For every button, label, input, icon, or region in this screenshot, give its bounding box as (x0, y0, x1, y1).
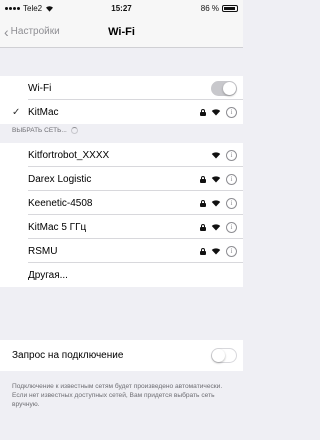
connected-network-row[interactable]: ✓ KitMac i (0, 100, 243, 124)
ask-to-join-group: Запрос на подключение (0, 340, 243, 371)
wifi-label: Wi-Fi (28, 82, 52, 94)
lock-icon (200, 108, 206, 116)
info-icon[interactable]: i (226, 221, 237, 233)
footer-note: Подключение к известным сетям будет прои… (12, 383, 223, 408)
network-icons: i (200, 173, 237, 185)
network-name: RSMU (28, 245, 58, 257)
network-row[interactable]: Kitfortrobot_XXXX i (0, 143, 243, 167)
choose-network-label: ВЫБРАТЬ СЕТЬ... (12, 127, 67, 134)
info-icon[interactable]: i (226, 245, 237, 257)
network-name: Keenetic-4508 (28, 197, 93, 209)
network-icons: i (200, 197, 237, 209)
wifi-signal-icon (211, 248, 221, 255)
wifi-signal-icon (211, 200, 221, 207)
network-name: Darex Logistic (28, 173, 92, 185)
lock-icon (200, 175, 206, 183)
wifi-toggle[interactable] (211, 80, 237, 96)
wifi-signal-icon (211, 152, 221, 159)
network-row[interactable]: Darex Logistic i (0, 167, 243, 191)
network-icons: i (200, 221, 237, 233)
ask-to-join-row: Запрос на подключение (0, 340, 243, 371)
wifi-group: Wi-Fi ✓ KitMac i (0, 76, 243, 124)
battery-percent: 86 % (200, 4, 219, 13)
networks-group: Kitfortrobot_XXXX i Darex Logistic i Kee… (0, 143, 243, 287)
network-icons: i (200, 245, 237, 257)
status-bar: Tele2 15:27 86 % (0, 0, 243, 17)
navigation-bar: ‹ Настройки Wi-Fi (0, 17, 243, 48)
lock-icon (200, 223, 206, 231)
wifi-signal-icon (211, 176, 221, 183)
wifi-signal-icon (211, 109, 221, 116)
info-icon[interactable]: i (226, 197, 237, 209)
toggle-knob (212, 349, 225, 362)
info-icon[interactable]: i (226, 173, 237, 185)
ask-to-join-toggle[interactable] (211, 348, 237, 363)
network-name: Kitfortrobot_XXXX (28, 149, 110, 161)
choose-network-header: ВЫБРАТЬ СЕТЬ... (12, 127, 78, 134)
network-row[interactable]: Keenetic-4508 i (0, 191, 243, 215)
network-name: KitMac 5 ГГц (28, 221, 87, 233)
info-icon[interactable]: i (226, 106, 237, 118)
checkmark-icon: ✓ (12, 106, 21, 118)
network-row[interactable]: KitMac 5 ГГц i (0, 215, 243, 239)
connected-network-name: KitMac (28, 106, 59, 118)
lock-icon (200, 199, 206, 207)
network-icons: i (211, 149, 237, 161)
battery-icon (222, 5, 238, 12)
lock-icon (200, 247, 206, 255)
network-icons: i (200, 106, 237, 118)
loading-spinner-icon (70, 127, 78, 134)
toggle-knob (223, 81, 236, 95)
info-icon[interactable]: i (226, 149, 237, 161)
network-row[interactable]: RSMU i (0, 239, 243, 263)
other-network-label: Другая... (28, 269, 68, 281)
status-right: 86 % (201, 4, 238, 13)
ask-to-join-label: Запрос на подключение (12, 350, 124, 361)
wifi-signal-icon (211, 224, 221, 231)
other-network-row[interactable]: Другая... (0, 263, 243, 287)
wifi-toggle-row: Wi-Fi (0, 76, 243, 100)
page-title: Wi-Fi (108, 26, 135, 38)
